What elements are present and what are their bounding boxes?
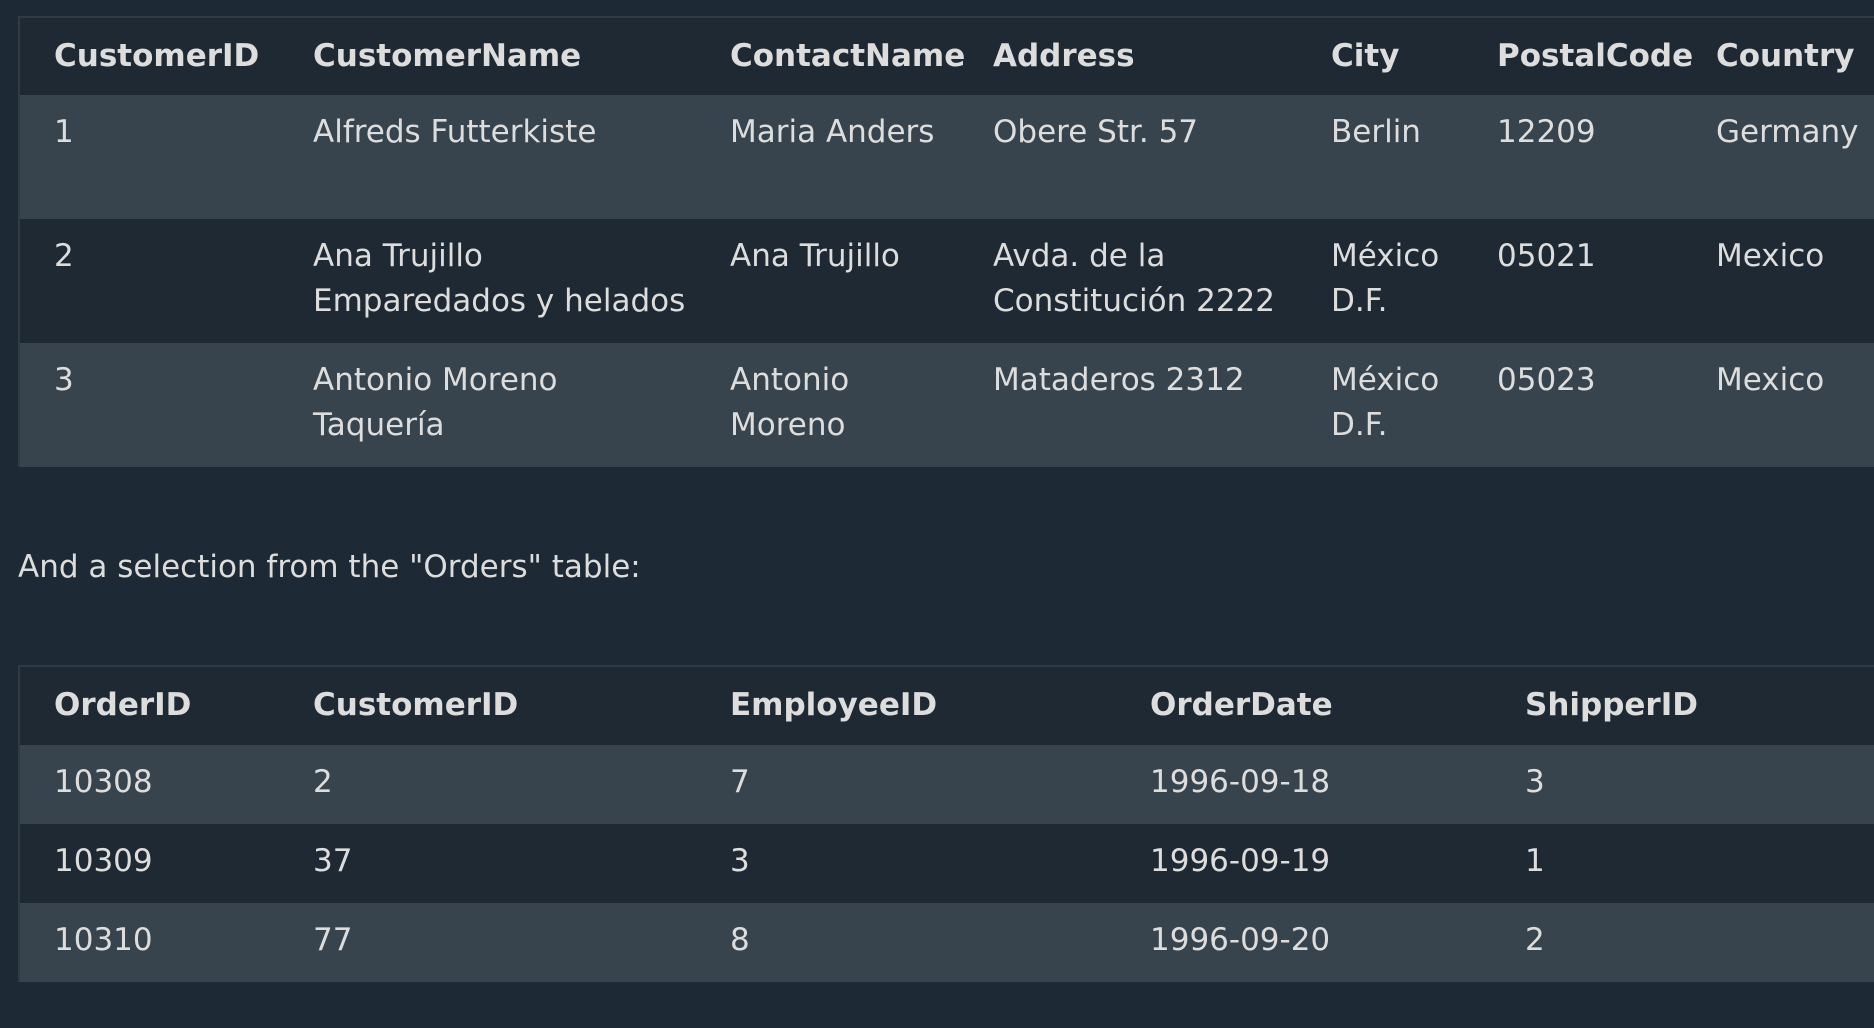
cell-postal-code: 05023 [1463,343,1682,467]
column-header-order-id: OrderID [19,666,279,745]
column-header-country: Country [1682,17,1874,95]
cell-order-id: 10308 [19,745,279,824]
cell-customer-id: 1 [19,95,279,219]
cell-customer-name: Alfreds Futterkiste [279,95,696,219]
cell-shipper-id: 3 [1491,745,1874,824]
column-header-customer-id: CustomerID [279,666,696,745]
cell-shipper-id: 1 [1491,824,1874,903]
cell-order-id: 10310 [19,903,279,982]
cell-country: Mexico [1682,219,1874,343]
customers-table: CustomerID CustomerName ContactName Addr… [18,16,1874,467]
cell-order-date: 1996-09-18 [1116,745,1491,824]
column-header-postal-code: PostalCode [1463,17,1693,95]
cell-employee-id: 3 [696,824,1116,903]
orders-caption: And a selection from the "Orders" table: [18,549,641,585]
table-row: 10308 2 7 1996-09-18 3 [19,745,1874,824]
cell-customer-id: 37 [279,824,696,903]
table-header-row: CustomerID CustomerName ContactName Addr… [19,17,1874,95]
cell-city: Berlin [1297,95,1463,219]
cell-country: Mexico [1682,343,1874,467]
cell-order-id: 10309 [19,824,279,903]
cell-address: Obere Str. 57 [959,95,1297,219]
cell-city: México D.F. [1297,343,1463,467]
cell-postal-code: 12209 [1463,95,1682,219]
orders-table: OrderID CustomerID EmployeeID OrderDate … [18,665,1874,982]
column-header-order-date: OrderDate [1116,666,1491,745]
cell-shipper-id: 2 [1491,903,1874,982]
cell-customer-id: 3 [19,343,279,467]
cell-country: Germany [1682,95,1874,219]
column-header-address: Address [959,17,1297,95]
cell-order-date: 1996-09-19 [1116,824,1491,903]
cell-customer-id: 2 [279,745,696,824]
cell-city: México D.F. [1297,219,1463,343]
column-header-customer-id: CustomerID [19,17,279,95]
column-header-shipper-id: ShipperID [1491,666,1874,745]
column-header-contact-name: ContactName [696,17,965,95]
column-header-employee-id: EmployeeID [696,666,1116,745]
page: CustomerID CustomerName ContactName Addr… [0,0,1874,1028]
cell-contact-name: Ana Trujillo [696,219,959,343]
cell-address: Mataderos 2312 [959,343,1297,467]
cell-customer-name: Ana Trujillo Emparedados y helados [279,219,696,343]
table-row: 3 Antonio Moreno Taquería Antonio Moreno… [19,343,1874,467]
cell-customer-id: 77 [279,903,696,982]
cell-employee-id: 8 [696,903,1116,982]
cell-employee-id: 7 [696,745,1116,824]
cell-address: Avda. de la Constitución 2222 [959,219,1297,343]
column-header-customer-name: CustomerName [279,17,696,95]
table-row: 10309 37 3 1996-09-19 1 [19,824,1874,903]
table-row: 1 Alfreds Futterkiste Maria Anders Obere… [19,95,1874,219]
table-row: 10310 77 8 1996-09-20 2 [19,903,1874,982]
cell-contact-name: Maria Anders [696,95,959,219]
cell-contact-name: Antonio Moreno [696,343,959,467]
cell-customer-name: Antonio Moreno Taquería [279,343,696,467]
table-header-row: OrderID CustomerID EmployeeID OrderDate … [19,666,1874,745]
column-header-city: City [1297,17,1463,95]
cell-customer-id: 2 [19,219,279,343]
cell-order-date: 1996-09-20 [1116,903,1491,982]
cell-postal-code: 05021 [1463,219,1682,343]
table-row: 2 Ana Trujillo Emparedados y helados Ana… [19,219,1874,343]
